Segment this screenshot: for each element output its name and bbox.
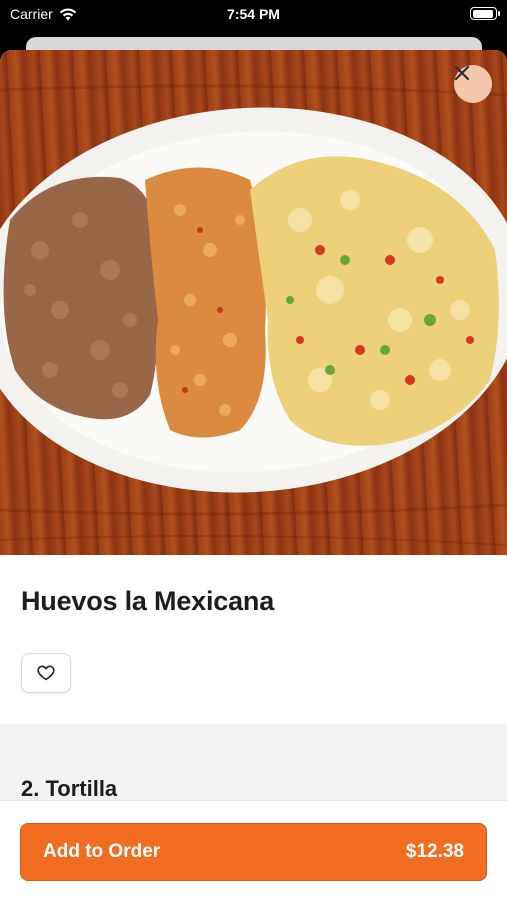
favorite-button[interactable] <box>21 653 71 693</box>
order-price: $12.38 <box>405 841 464 862</box>
add-to-order-label: Add to Order <box>43 841 161 862</box>
heart-outline-icon <box>37 665 55 681</box>
battery-icon <box>470 7 500 20</box>
close-icon <box>454 65 470 81</box>
food-plate-illustration <box>0 84 507 546</box>
section-title-tortilla: 2. Tortilla <box>21 776 118 801</box>
close-button[interactable] <box>454 65 492 103</box>
status-bar: Carrier 7:54 PM <box>0 0 507 30</box>
item-title: Huevos la Mexicana <box>21 586 275 616</box>
item-detail-modal: Huevos la Mexicana 2. Tortilla Add to Or… <box>0 50 507 900</box>
item-image <box>0 50 507 555</box>
add-to-order-button[interactable]: Add to Order $12.38 <box>20 823 487 881</box>
order-footer: Add to Order $12.38 <box>0 800 507 900</box>
status-time: 7:54 PM <box>227 6 280 22</box>
